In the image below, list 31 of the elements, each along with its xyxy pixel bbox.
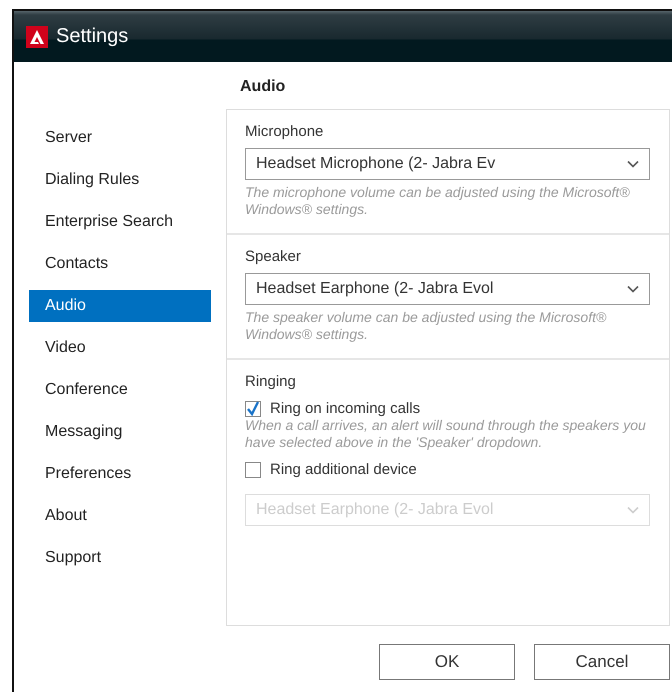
checkbox[interactable] (245, 400, 261, 416)
window-title: Settings (56, 25, 128, 48)
caret-icon (627, 160, 639, 168)
section-label: Ringing (245, 373, 297, 390)
section-label: Speaker (245, 248, 302, 265)
sidebar-item[interactable]: Enterprise Search (29, 206, 211, 238)
caret-icon (627, 285, 639, 293)
dialog-button[interactable]: Cancel (534, 644, 670, 680)
checkbox-label: Ring on incoming calls (270, 400, 420, 417)
dropdown[interactable]: Headset Earphone (2- Jabra Evol (245, 273, 650, 305)
hint-text: When a call arrives, an alert will sound through the speakers you have selected above in the 'Speaker' dropdown. (245, 417, 647, 451)
sidebar-item[interactable]: Audio (29, 290, 211, 322)
sidebar-item[interactable]: Video (29, 332, 211, 364)
hint-text: The speaker volume can be adjusted using the Microsoft® Windows® settings. (245, 309, 608, 343)
logo-icon (26, 26, 48, 48)
page-heading: Audio (239, 77, 286, 97)
sidebar-item[interactable]: About (29, 500, 211, 532)
sidebar-item[interactable]: Preferences (29, 458, 211, 490)
dropdown[interactable]: Headset Microphone (2- Jabra Ev (245, 148, 650, 180)
sidebar-item[interactable]: Conference (29, 374, 211, 406)
hint-text: The microphone volume can be adjusted using the Microsoft® Windows® settings. (245, 184, 631, 218)
checkbox[interactable] (245, 462, 261, 478)
sidebar-item[interactable]: Support (29, 542, 211, 574)
sidebar-item[interactable]: Contacts (29, 248, 211, 280)
sidebar-item[interactable]: Messaging (29, 416, 211, 448)
dialog-button[interactable]: OK (379, 644, 515, 680)
sidebar-item[interactable]: Dialing Rules (29, 164, 211, 196)
section-label: Microphone (245, 123, 324, 140)
caret-icon (627, 506, 639, 514)
sidebar-item[interactable]: Server (29, 122, 211, 154)
checkbox-label: Ring additional device (270, 461, 417, 478)
